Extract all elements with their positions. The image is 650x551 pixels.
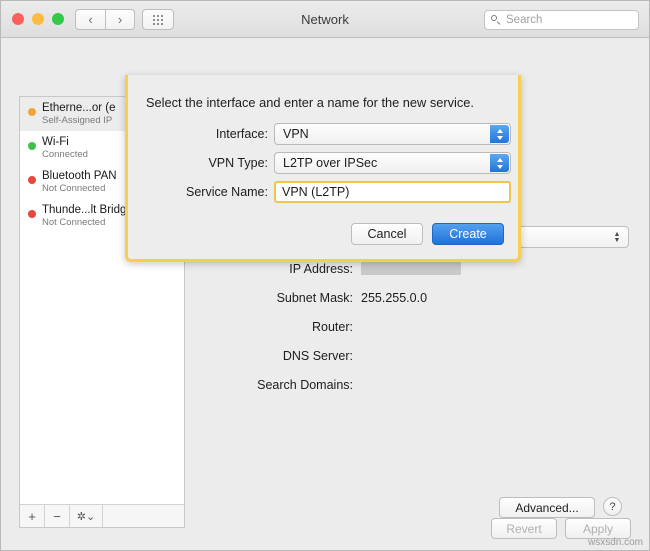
search-domains-label: Search Domains: xyxy=(257,378,353,392)
dns-server-label: DNS Server: xyxy=(282,349,353,363)
window-content: Etherne...or (e Self-Assigned IP Wi-Fi C… xyxy=(1,38,649,550)
router-label: Router: xyxy=(312,320,353,334)
vpn-type-value: L2TP over IPSec xyxy=(283,156,378,170)
search-input[interactable]: Search xyxy=(484,10,639,30)
ip-address-label: IP Address: xyxy=(289,262,353,276)
vpn-type-row: VPN Type: L2TP over IPSec xyxy=(128,152,518,174)
vpn-type-label: VPN Type: xyxy=(208,156,268,170)
title-bar: ‹ › Network Search xyxy=(1,1,649,38)
advanced-button[interactable]: Advanced... xyxy=(499,497,595,518)
interface-row: Interface: VPN xyxy=(128,123,518,145)
sheet-action-buttons: Cancel Create xyxy=(351,223,504,245)
service-name-input[interactable]: VPN (L2TP) xyxy=(274,181,511,203)
watermark: wsxsdn.com xyxy=(587,537,643,548)
vpn-type-select[interactable]: L2TP over IPSec xyxy=(274,152,511,174)
sheet-title: Select the interface and enter a name fo… xyxy=(146,95,474,110)
help-button[interactable]: ? xyxy=(603,497,622,516)
revert-button[interactable]: Revert xyxy=(491,518,557,539)
subnet-mask-label: Subnet Mask: xyxy=(276,291,353,305)
gear-icon[interactable]: ✲⌄ xyxy=(70,505,103,527)
status-dot-icon xyxy=(28,176,36,184)
service-name-row: Service Name: VPN (L2TP) xyxy=(128,181,518,203)
add-service-button[interactable]: + xyxy=(20,505,45,527)
chevron-updown-icon xyxy=(490,154,509,172)
new-service-sheet: Select the interface and enter a name fo… xyxy=(125,75,521,262)
create-button[interactable]: Create xyxy=(432,223,504,245)
interface-select[interactable]: VPN xyxy=(274,123,511,145)
ip-address-value-redacted xyxy=(361,262,461,275)
interface-value: VPN xyxy=(283,127,309,141)
chevron-updown-icon: ▲ ▼ xyxy=(613,231,621,244)
chevron-updown-icon xyxy=(490,125,509,143)
apply-button[interactable]: Apply xyxy=(565,518,631,539)
service-name-label: Service Name: xyxy=(186,185,268,199)
service-list-toolbar: + − ✲⌄ xyxy=(20,504,184,527)
remove-service-button[interactable]: − xyxy=(45,505,70,527)
network-preferences-window: ‹ › Network Search Etherne...or (e Self-… xyxy=(0,0,650,551)
subnet-mask-value: 255.255.0.0 xyxy=(361,291,428,305)
status-dot-icon xyxy=(28,108,36,116)
search-placeholder: Search xyxy=(506,14,543,26)
status-dot-icon xyxy=(28,142,36,150)
status-dot-icon xyxy=(28,210,36,218)
search-icon xyxy=(491,14,502,26)
window-action-buttons: Revert Apply xyxy=(491,518,631,539)
interface-label: Interface: xyxy=(215,127,268,141)
toolbar-filler xyxy=(103,505,184,527)
cancel-button[interactable]: Cancel xyxy=(351,223,423,245)
